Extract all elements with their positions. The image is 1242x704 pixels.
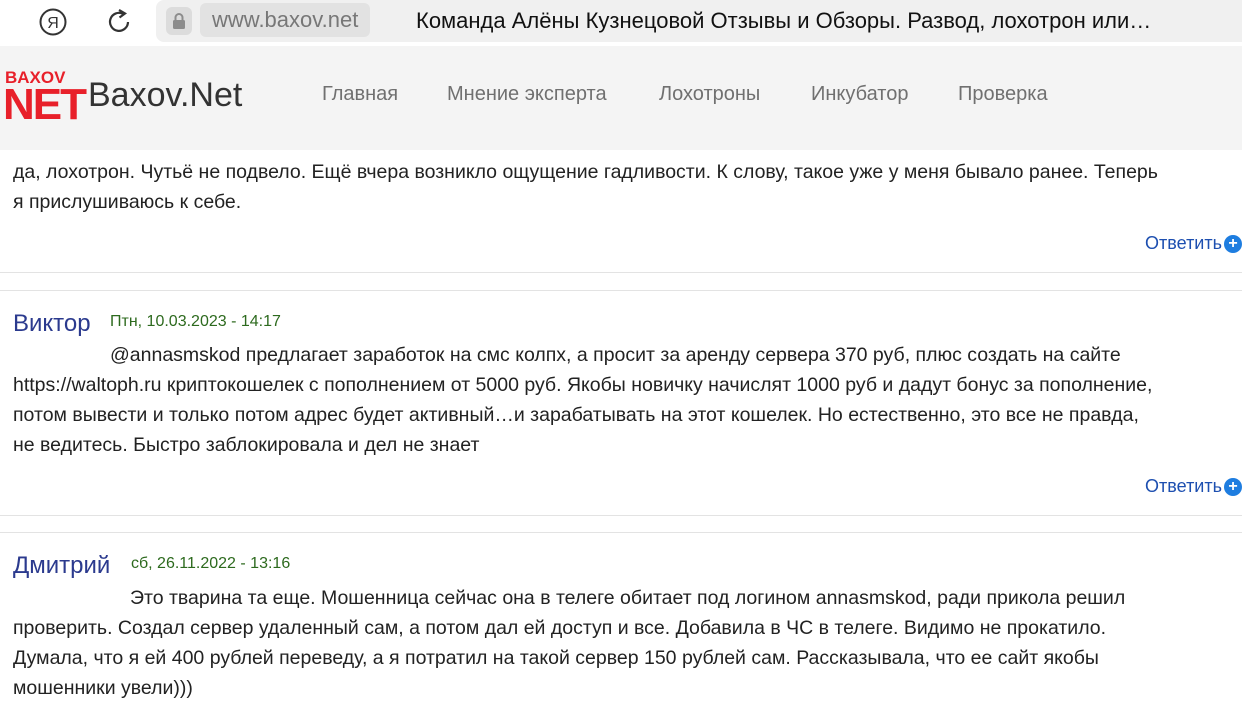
comment-line: @annasmskod предлагает заработок на смс … [13,340,1121,370]
nav-incubator[interactable]: Инкубатор [811,83,908,106]
site-name[interactable]: Baxov.Net [88,76,242,115]
divider [0,290,1242,291]
comment-line: я прислушиваюсь к себе. [13,191,242,213]
comment-date: Птн, 10.03.2023 - 14:17 [110,313,281,331]
comment-day: Птн, 10.03.2023 [110,313,227,330]
site-header: BAXOV NET Baxov.Net Главная Мнение экспе… [0,46,1242,150]
yandex-icon[interactable]: Я [38,7,68,37]
comment-date: сб, 26.11.2022 - 13:16 [131,555,290,573]
comment-line: не ведитесь. Быстро заблокировала и дел … [13,434,480,456]
date-separator: - [226,313,241,330]
divider [0,515,1242,516]
svg-text:Я: Я [47,15,59,32]
date-separator: - [235,555,251,572]
reload-icon[interactable] [104,7,134,37]
comment-line: https://waltoph.ru криптокошелек с попол… [13,374,1153,396]
nav-home[interactable]: Главная [322,83,398,106]
reply-label: Ответить [1145,476,1222,496]
divider [0,532,1242,533]
browser-toolbar: Я www.baxov.net Команда Алёны Кузнецовой… [0,0,1242,46]
site-logo[interactable]: BAXOV NET [3,68,87,134]
url-domain[interactable]: www.baxov.net [200,3,371,37]
comment-line: потом вывести и только потом адрес будет… [13,404,1139,426]
comment-line: Это тварина та еще. Мошенница сейчас она… [13,583,1125,613]
divider [0,272,1242,273]
comment-line: Думала, что я ей 400 рублей переведу, а … [13,647,1099,669]
comment-author[interactable]: Виктор [13,310,91,338]
comment-day: сб, 26.11.2022 [131,555,236,572]
comment-time: 13:16 [250,555,291,572]
nav-expert-opinion[interactable]: Мнение эксперта [447,83,607,106]
plus-icon: + [1224,478,1242,496]
comment-line: да, лохотрон. Чутьё не подвело. Ещё вчер… [13,161,1158,183]
comment-line: проверить. Создал сервер удаленный сам, … [13,617,1107,639]
comment-line: мошенники увели))) [13,677,193,699]
reply-label: Ответить [1145,233,1222,253]
reply-link[interactable]: Ответить + [1145,476,1242,497]
page-title: Команда Алёны Кузнецовой Отзывы и Обзоры… [416,8,1152,33]
comment-line-text: Это тварина та еще. Мошенница сейчас она… [130,587,1126,609]
comment-line-text: @annasmskod предлагает заработок на смс … [110,344,1121,366]
nav-scams[interactable]: Лохотроны [659,83,760,106]
comment-time: 14:17 [240,313,281,330]
nav-check[interactable]: Проверка [958,83,1048,106]
plus-icon: + [1224,235,1242,253]
lock-icon[interactable] [166,7,192,35]
reply-link[interactable]: Ответить + [1145,233,1242,254]
comment-author[interactable]: Дмитрий [13,552,110,580]
logo-text-net: NET [3,80,87,129]
